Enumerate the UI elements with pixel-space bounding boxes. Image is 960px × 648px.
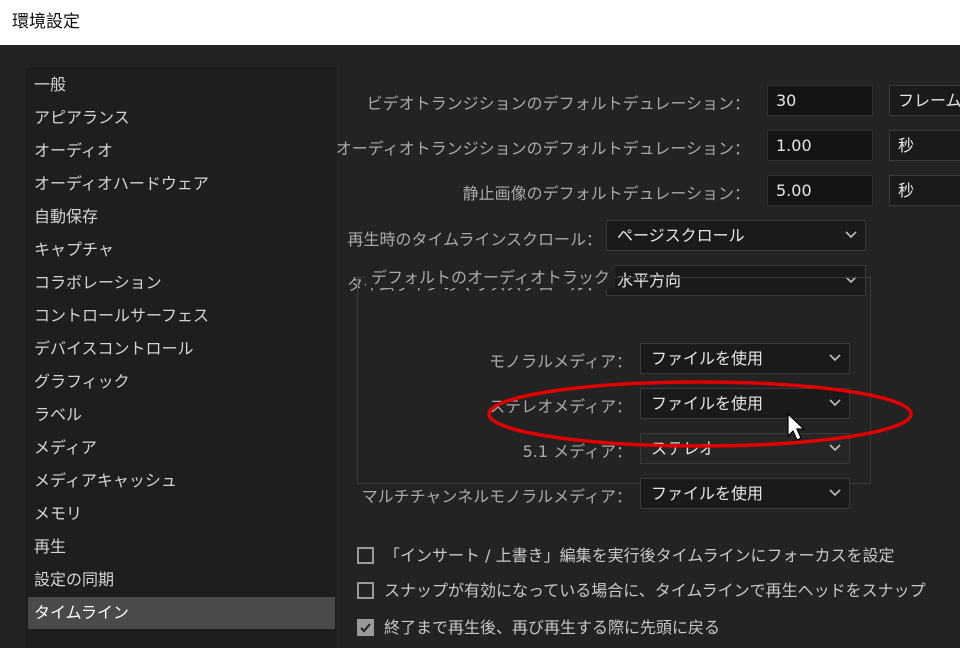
default-audio-tracks-title: デフォルトのオーディオトラック [366,264,615,288]
stereo-media-label: ステレオメディア： [489,397,632,416]
multichannel-media-select[interactable]: ファイルを使用 [640,478,850,509]
still-image-label: 静止画像のデフォルトデュレーション： [462,184,750,203]
video-transition-label: ビデオトランジションのデフォルトデュレーション： [366,94,750,113]
focus-timeline-label: 「インサート / 上書き」編集を実行後タイムラインにフォーカスを設定 [384,546,895,565]
still-image-input[interactable]: 5.00 [767,175,873,206]
sidebar-item-appearance[interactable]: アピアランス [28,102,335,134]
return-to-start-label: 終了まで再生後、再び再生する際に先頭に戻る [384,618,721,637]
five-one-media-select[interactable]: ステレオ [640,433,850,464]
sidebar-item-graphics[interactable]: グラフィック [28,366,335,398]
mouse-pointer-icon [787,412,806,441]
audio-transition-input[interactable]: 1.00 [767,130,873,161]
five-one-media-label: 5.1 メディア： [522,442,632,461]
chevron-down-icon [845,231,857,239]
multichannel-media-value: ファイルを使用 [651,484,764,503]
playback-scroll-select[interactable]: ページスクロール [606,220,866,251]
category-list: 一般 アピアランス オーディオ オーディオハードウェア 自動保存 キャプチャ コ… [26,68,337,648]
sidebar-item-device-control[interactable]: デバイスコントロール [28,333,335,365]
video-transition-unit-select[interactable]: フレーム [889,85,960,116]
sidebar-item-general[interactable]: 一般 [28,69,335,101]
sidebar-item-playback[interactable]: 再生 [28,531,335,563]
chevron-down-icon [829,399,841,407]
sidebar-item-control-surface[interactable]: コントロールサーフェス [28,300,335,332]
stereo-media-value: ファイルを使用 [651,394,764,413]
five-one-media-value: ステレオ [651,439,716,458]
chevron-down-icon [829,489,841,497]
sidebar-item-audio-hardware[interactable]: オーディオハードウェア [28,168,335,200]
sidebar-item-auto-save[interactable]: 自動保存 [28,201,335,233]
window-title: 環境設定 [0,0,960,45]
focus-timeline-checkbox[interactable] [357,547,374,564]
audio-transition-unit-select[interactable]: 秒 [889,130,960,161]
sidebar-item-labels[interactable]: ラベル [28,399,335,431]
playback-scroll-label: 再生時のタイムラインスクロール： [347,230,602,249]
playback-scroll-value: ページスクロール [617,226,745,245]
checkmark-icon [360,623,371,633]
return-to-start-checkbox[interactable] [357,619,374,636]
sidebar-item-sync-settings[interactable]: 設定の同期 [28,564,335,596]
multichannel-media-label: マルチチャンネルモノラルメディア： [361,487,632,506]
snap-playhead-label: スナップが有効になっている場合に、タイムラインで再生ヘッドをスナップ [384,581,926,600]
sidebar-item-media-cache[interactable]: メディアキャッシュ [28,465,335,497]
chevron-down-icon [829,444,841,452]
mono-media-select[interactable]: ファイルを使用 [640,343,850,374]
mono-media-label: モノラルメディア： [489,352,632,371]
sidebar-item-timeline[interactable]: タイムライン [28,597,335,629]
sidebar-item-capture[interactable]: キャプチャ [28,234,335,266]
sidebar-item-collaboration[interactable]: コラボレーション [28,267,335,299]
sidebar-item-audio[interactable]: オーディオ [28,135,335,167]
chevron-down-icon [829,354,841,362]
snap-playhead-checkbox[interactable] [357,582,374,599]
mono-media-value: ファイルを使用 [651,349,764,368]
sidebar-item-media[interactable]: メディア [28,432,335,464]
video-transition-input[interactable]: 30 [767,85,873,116]
sidebar-item-memory[interactable]: メモリ [28,498,335,530]
audio-transition-label: オーディオトランジションのデフォルトデュレーション： [335,139,750,158]
still-image-unit-select[interactable]: 秒 [889,175,960,206]
stereo-media-select[interactable]: ファイルを使用 [640,388,850,419]
